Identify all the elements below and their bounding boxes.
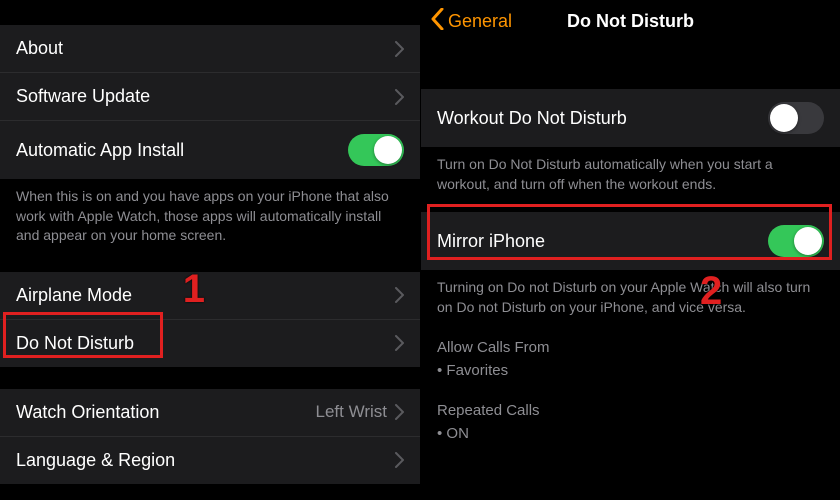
- chevron-right-icon: [395, 335, 404, 351]
- row-workout-dnd[interactable]: Workout Do Not Disturb: [421, 89, 840, 147]
- row-dnd-label: Do Not Disturb: [16, 333, 134, 354]
- row-software-update[interactable]: Software Update: [0, 73, 420, 121]
- row-mirror-iphone-label: Mirror iPhone: [437, 231, 545, 252]
- allow-calls-heading: Allow Calls From: [437, 337, 824, 360]
- repeated-calls-value: • ON: [437, 423, 824, 446]
- nav-header: General Do Not Disturb: [421, 0, 840, 47]
- row-watch-orientation-label: Watch Orientation: [16, 402, 159, 423]
- row-automatic-app-install[interactable]: Automatic App Install: [0, 121, 420, 179]
- row-software-update-label: Software Update: [16, 86, 150, 107]
- row-auto-install-label: Automatic App Install: [16, 140, 184, 161]
- row-language-region-label: Language & Region: [16, 450, 175, 471]
- repeated-calls-heading: Repeated Calls: [437, 400, 824, 423]
- toggle-workout-dnd[interactable]: [768, 102, 824, 134]
- back-button[interactable]: General: [431, 8, 512, 35]
- chevron-right-icon: [395, 287, 404, 303]
- row-airplane-mode[interactable]: Airplane Mode: [0, 272, 420, 320]
- workout-dnd-footer: Turn on Do Not Disturb automatically whe…: [421, 147, 840, 198]
- row-do-not-disturb[interactable]: Do Not Disturb: [0, 320, 420, 367]
- row-watch-orientation-value: Left Wrist: [316, 402, 387, 422]
- row-airplane-label: Airplane Mode: [16, 285, 132, 306]
- row-watch-orientation[interactable]: Watch Orientation Left Wrist: [0, 389, 420, 437]
- allow-calls-value: • Favorites: [437, 360, 824, 383]
- toggle-knob: [770, 104, 798, 132]
- row-about-label: About: [16, 38, 63, 59]
- chevron-right-icon: [395, 404, 404, 420]
- chevron-left-icon: [431, 8, 444, 35]
- row-about[interactable]: About: [0, 25, 420, 73]
- toggle-knob: [794, 227, 822, 255]
- toggle-automatic-app-install[interactable]: [348, 134, 404, 166]
- row-workout-dnd-label: Workout Do Not Disturb: [437, 108, 627, 129]
- auto-install-footer: When this is on and you have apps on you…: [0, 179, 420, 250]
- row-language-region[interactable]: Language & Region: [0, 437, 420, 484]
- toggle-mirror-iphone[interactable]: [768, 225, 824, 257]
- chevron-right-icon: [395, 41, 404, 57]
- do-not-disturb-pane: General Do Not Disturb Workout Do Not Di…: [420, 0, 840, 500]
- toggle-knob: [374, 136, 402, 164]
- row-mirror-iphone[interactable]: Mirror iPhone: [421, 212, 840, 270]
- settings-general-pane: About Software Update Automatic App Inst…: [0, 0, 420, 500]
- mirror-iphone-footer: Turning on Do not Disturb on your Apple …: [421, 270, 840, 321]
- chevron-right-icon: [395, 89, 404, 105]
- chevron-right-icon: [395, 452, 404, 468]
- back-label: General: [448, 11, 512, 32]
